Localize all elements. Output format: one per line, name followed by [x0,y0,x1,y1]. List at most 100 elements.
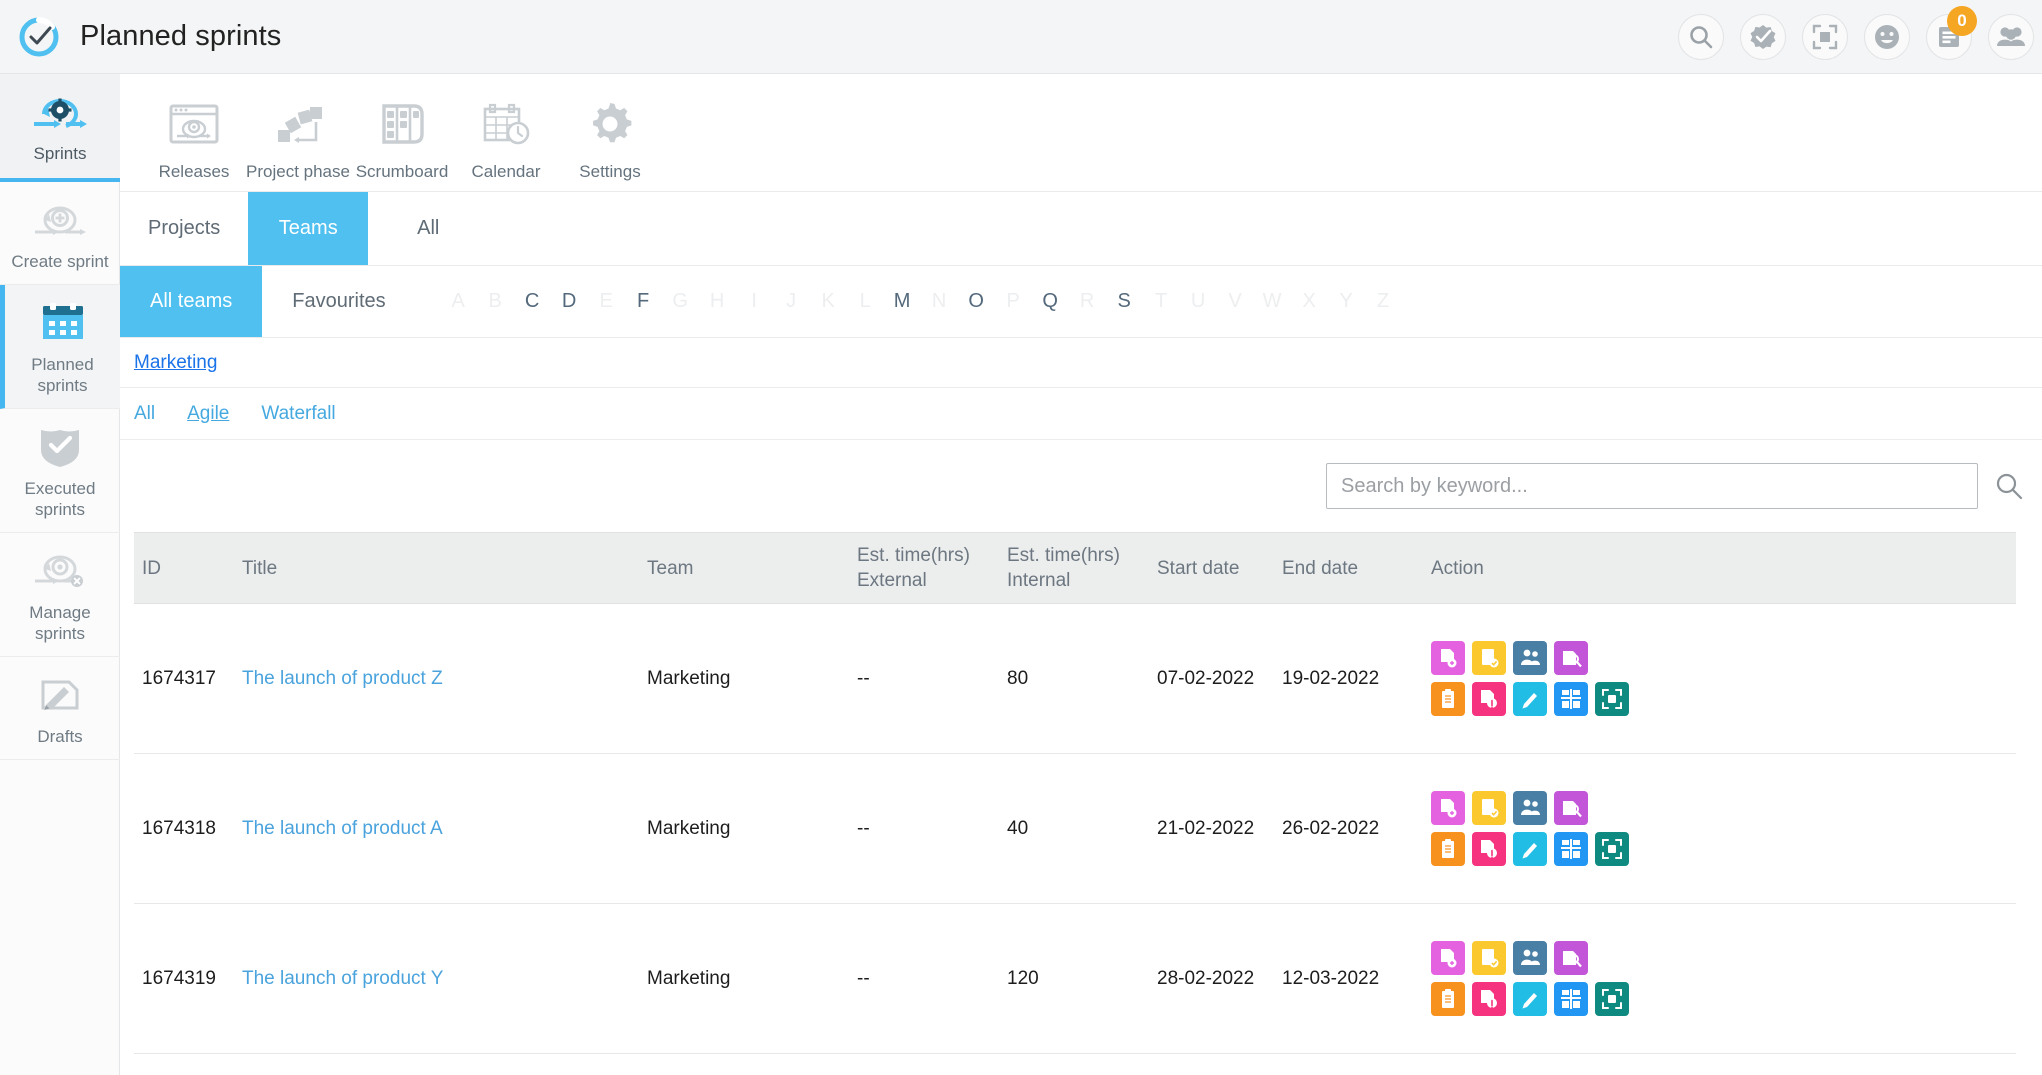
alpha-letter-c[interactable]: C [514,290,551,313]
edit-icon[interactable] [1513,982,1547,1016]
releases-window-icon [142,94,246,154]
search-input[interactable] [1326,463,1978,509]
expand-view-icon[interactable] [1595,982,1629,1016]
backlog-icon[interactable] [1431,682,1465,716]
sprint-info-icon[interactable] [1472,682,1506,716]
fullscreen-button[interactable] [1802,13,1848,60]
row-start-date: 28-02-2022 [1157,967,1255,989]
sidebar-item-label: Sprints [33,144,87,163]
alpha-letter-o[interactable]: O [958,290,995,313]
backlog-icon[interactable] [1431,982,1465,1016]
expand-view-icon[interactable] [1595,832,1629,866]
scrumboard-view-icon[interactable] [1554,982,1588,1016]
calendar-clock-icon [454,94,558,154]
copy-sprint-icon[interactable] [1431,791,1465,825]
row-actions [1409,941,2009,1016]
row-start-date: 07-02-2022 [1157,667,1255,689]
people-button[interactable] [1988,13,2034,60]
sidebar-item-drafts[interactable]: Drafts [0,657,120,760]
module-label: Calendar [471,162,541,181]
col-est-external-line2: External [857,570,927,591]
row-actions [1409,641,2009,716]
col-est-internal: Est. time(hrs) Internal [999,543,1149,593]
assign-team-icon[interactable] [1513,941,1547,975]
alpha-letter-m[interactable]: M [884,290,921,313]
alpha-letter-n: N [931,290,947,312]
tab-teams[interactable]: Teams [248,192,369,265]
alpha-letter-l: L [859,290,871,312]
review-docs-icon[interactable] [1554,941,1588,975]
review-docs-icon[interactable] [1554,791,1588,825]
copy-sprint-icon[interactable] [1431,641,1465,675]
col-action: Action [1431,557,1484,579]
sidebar: Sprints Create sprint Planned sprints Ex… [0,74,120,1075]
module-project-phase[interactable]: Project phase [246,92,350,182]
row-title-link[interactable]: The launch of product Z [242,668,443,689]
header-actions: 0 [1678,5,2034,60]
review-docs-icon[interactable] [1554,641,1588,675]
alpha-letter-w: W [1262,290,1282,312]
table-row[interactable]: 1674319 The launch of product Y Marketin… [134,904,2016,1054]
filter-all-teams[interactable]: All teams [120,266,263,337]
tab-projects[interactable]: Projects [120,192,248,265]
col-team: Team [647,557,694,579]
table-row[interactable]: 1674317 The launch of product Z Marketin… [134,604,2016,754]
tab-all[interactable]: All [368,192,488,265]
row-team: Marketing [647,967,731,989]
alpha-letter-i: I [751,290,757,312]
scope-tabs: Projects Teams All [120,192,2042,266]
alpha-letter-p: P [1006,290,1020,312]
approve-task-icon[interactable] [1472,791,1506,825]
assign-team-icon[interactable] [1513,641,1547,675]
alpha-letter-v: V [1228,290,1242,312]
type-filter-all[interactable]: All [134,403,155,425]
alpha-letter-q[interactable]: Q [1032,290,1069,313]
sprint-info-icon[interactable] [1472,982,1506,1016]
row-end-date: 19-02-2022 [1282,667,1380,689]
feedback-button[interactable] [1864,13,1910,60]
approve-task-icon[interactable] [1472,941,1506,975]
col-start-date: Start date [1157,557,1240,579]
sprint-info-icon[interactable] [1472,832,1506,866]
module-calendar[interactable]: Calendar [454,92,558,182]
table-row[interactable]: 1674318 The launch of product A Marketin… [134,754,2016,904]
search-button[interactable] [1678,13,1724,60]
search-icon [1688,24,1714,50]
alpha-letter-k: K [821,290,835,312]
type-filter-agile[interactable]: Agile [187,403,229,425]
sidebar-item-executed-sprints[interactable]: Executed sprints [0,409,120,533]
sidebar-item-create-sprint[interactable]: Create sprint [0,182,120,285]
row-team: Marketing [647,667,731,689]
row-title-link[interactable]: The launch of product A [242,818,443,839]
module-scrumboard[interactable]: Scrumboard [350,92,454,182]
approvals-button[interactable] [1740,13,1786,60]
alpha-letter-f[interactable]: F [625,290,662,313]
edit-icon[interactable] [1513,832,1547,866]
type-filter-waterfall[interactable]: Waterfall [261,403,335,425]
search-icon[interactable] [1992,469,2026,503]
col-end-date: End date [1282,557,1359,579]
scrumboard-view-icon[interactable] [1554,832,1588,866]
module-releases[interactable]: Releases [142,92,246,182]
copy-sprint-icon[interactable] [1431,941,1465,975]
assign-team-icon[interactable] [1513,791,1547,825]
people-icon [1996,24,2026,50]
filter-favourites[interactable]: Favourites [262,266,415,337]
alpha-letter-d[interactable]: D [551,290,588,313]
notes-button[interactable]: 0 [1926,5,1977,60]
alpha-letter-s[interactable]: S [1106,290,1143,313]
scrumboard-icon [350,94,454,154]
sidebar-item-sprints[interactable]: Sprints [0,74,120,182]
scrumboard-view-icon[interactable] [1554,682,1588,716]
sidebar-item-manage-sprints[interactable]: Manage sprints [0,533,120,657]
edit-icon[interactable] [1513,682,1547,716]
module-settings[interactable]: Settings [558,92,662,182]
approve-task-icon[interactable] [1472,641,1506,675]
backlog-icon[interactable] [1431,832,1465,866]
row-title-link[interactable]: The launch of product Y [242,968,443,989]
sidebar-item-label: Manage sprints [29,603,91,643]
expand-view-icon[interactable] [1595,682,1629,716]
sidebar-item-planned-sprints[interactable]: Planned sprints [0,285,120,409]
alpha-letter-h: H [709,290,725,312]
breadcrumb-team-link[interactable]: Marketing [134,352,217,374]
